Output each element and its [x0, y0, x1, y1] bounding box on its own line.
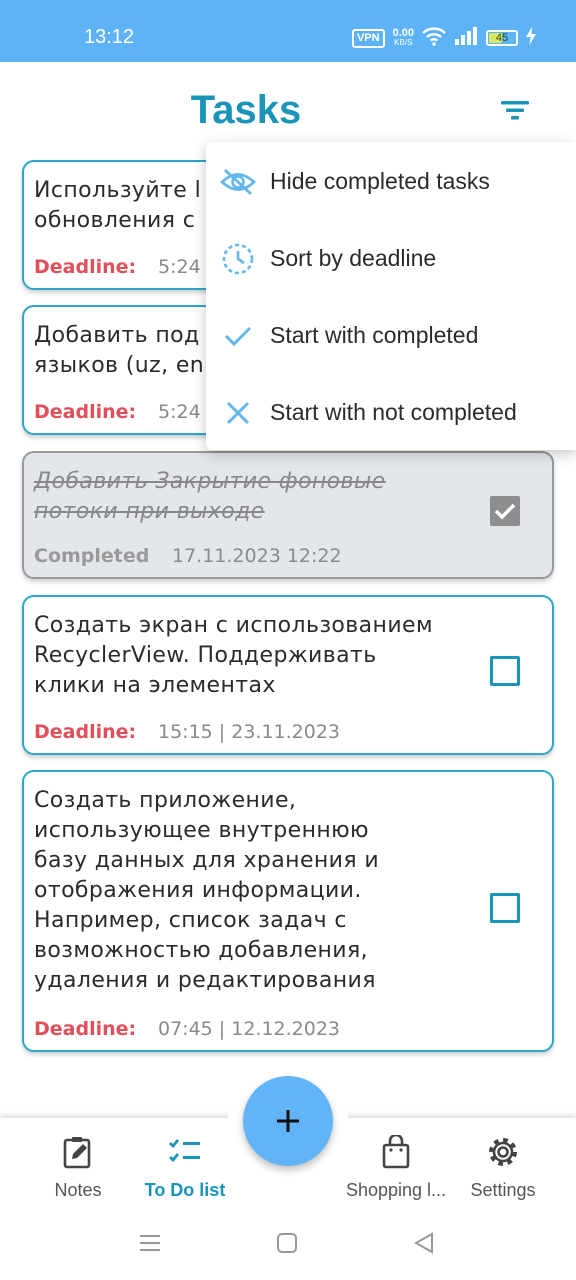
- nav-item-shopping[interactable]: Shopping l...: [340, 1118, 452, 1210]
- eye-off-icon: [206, 167, 270, 197]
- completed-value: 17.11.2023 12:22: [172, 545, 342, 567]
- add-task-button[interactable]: [243, 1076, 333, 1166]
- deadline-label: Deadline:: [34, 256, 137, 278]
- page-title: Tasks: [190, 88, 302, 132]
- net-speed-unit: KB/S: [394, 38, 413, 47]
- task-meta: Deadline: 5:24: [34, 401, 201, 423]
- task-title: Создать экран с использованием RecyclerV…: [34, 613, 433, 698]
- nav-label: Settings: [470, 1180, 536, 1200]
- deadline-label: Deadline:: [34, 721, 137, 743]
- task-card-completed[interactable]: Добавить Закрытие фоновые потоки при вых…: [22, 451, 554, 579]
- nav-item-todo[interactable]: To Do list: [132, 1118, 238, 1210]
- menu-icon[interactable]: [138, 1232, 162, 1258]
- task-meta: Deadline: 07:45 | 12.12.2023: [34, 1018, 340, 1040]
- menu-item-start-not-completed[interactable]: Start with not completed: [206, 374, 576, 451]
- charging-icon: [526, 27, 536, 49]
- status-time: 13:12: [84, 26, 135, 48]
- task-checkbox[interactable]: [490, 656, 520, 686]
- nav-item-settings[interactable]: Settings: [458, 1118, 548, 1210]
- task-meta: Deadline: 15:15 | 23.11.2023: [34, 721, 340, 743]
- system-nav-bar: [0, 1210, 576, 1280]
- deadline-value: 07:45 | 12.12.2023: [158, 1018, 341, 1040]
- task-card[interactable]: Создать приложение, использующее внутрен…: [22, 770, 554, 1052]
- wifi-icon: [422, 26, 446, 50]
- status-icons: VPN 0.00 KB/S 45: [351, 26, 536, 50]
- plus-icon: [277, 1110, 299, 1132]
- filter-icon: [501, 101, 529, 120]
- net-speed: 0.00 KB/S: [393, 28, 414, 48]
- check-icon: [494, 503, 516, 520]
- menu-item-label: Start with completed: [270, 322, 479, 348]
- note-edit-icon: [62, 1134, 94, 1170]
- check-icon: [206, 324, 270, 348]
- deadline-value: 5:24: [158, 256, 201, 278]
- deadline-value: 5:24: [158, 401, 201, 423]
- deadline-label: Deadline:: [34, 401, 137, 423]
- nav-item-notes[interactable]: Notes: [28, 1118, 128, 1210]
- menu-item-hide-completed[interactable]: Hide completed tasks: [206, 143, 576, 220]
- menu-item-label: Sort by deadline: [270, 245, 437, 271]
- battery-percent: 45: [495, 32, 509, 44]
- close-icon: [206, 400, 270, 426]
- task-title: Создать приложение, использующее внутрен…: [34, 788, 380, 993]
- clock-icon: [206, 242, 270, 276]
- task-meta: Deadline: 5:24: [34, 256, 201, 278]
- deadline-value: 15:15 | 23.11.2023: [158, 721, 341, 743]
- vpn-badge: VPN: [351, 28, 385, 48]
- task-meta: Completed 17.11.2023 12:22: [34, 545, 342, 567]
- shopping-bag-icon: [381, 1134, 411, 1170]
- task-checkbox-checked[interactable]: [490, 496, 520, 526]
- menu-item-start-completed[interactable]: Start with completed: [206, 297, 576, 374]
- checklist-icon: [168, 1134, 202, 1170]
- nav-label: Notes: [54, 1180, 102, 1200]
- filter-menu: Hide completed tasks Sort by deadline St…: [206, 142, 576, 450]
- battery-indicator: 45: [486, 30, 518, 46]
- completed-label: Completed: [34, 545, 150, 567]
- net-speed-value: 0.00: [392, 27, 414, 39]
- signal-icon: [454, 27, 478, 49]
- gear-icon: [486, 1134, 520, 1170]
- status-bar: 13:12 VPN 0.00 KB/S 45: [0, 0, 576, 62]
- menu-item-label: Hide completed tasks: [270, 168, 490, 194]
- task-card[interactable]: Создать экран с использованием RecyclerV…: [22, 595, 554, 755]
- task-checkbox[interactable]: [490, 893, 520, 923]
- filter-button[interactable]: [494, 92, 536, 128]
- menu-item-sort-deadline[interactable]: Sort by deadline: [206, 220, 576, 297]
- menu-item-label: Start with not completed: [270, 399, 517, 425]
- home-icon[interactable]: [276, 1232, 298, 1258]
- back-icon[interactable]: [413, 1232, 435, 1258]
- task-title: Добавить Закрытие фоновые потоки при вых…: [34, 469, 386, 524]
- deadline-label: Deadline:: [34, 1018, 137, 1040]
- nav-label: Shopping l...: [345, 1180, 447, 1200]
- nav-label: To Do list: [144, 1180, 226, 1200]
